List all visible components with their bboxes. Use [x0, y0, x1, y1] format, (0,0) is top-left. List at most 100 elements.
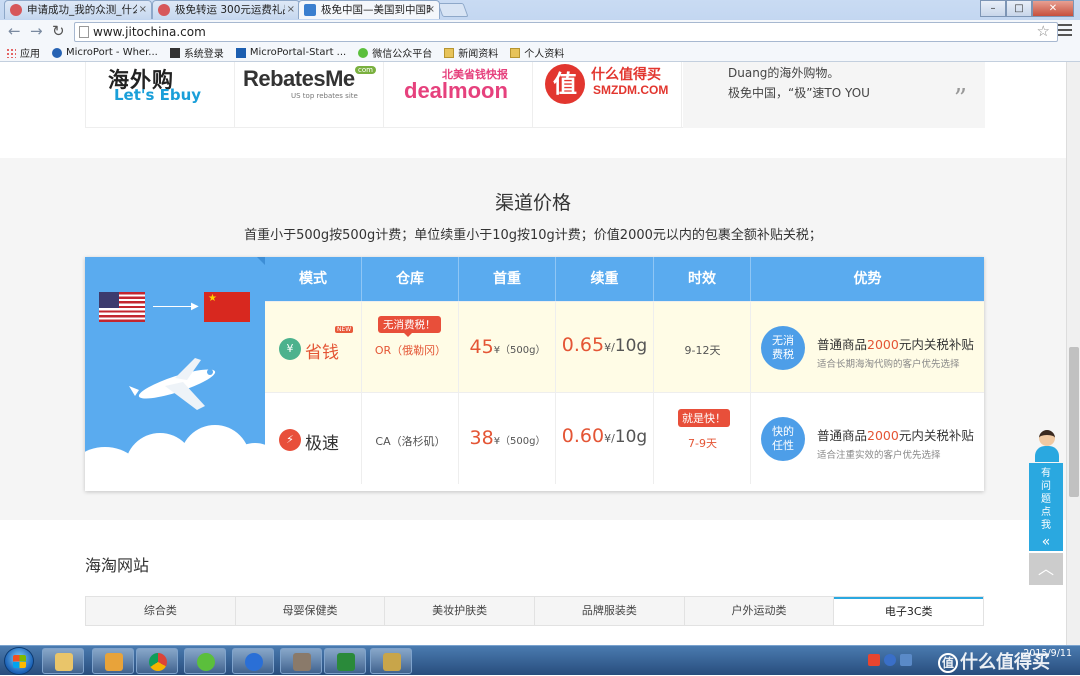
advantage-suffix: 元内关税补贴	[898, 337, 974, 352]
rebatesme-tagline: US top rebates site	[291, 92, 358, 100]
folder-icon	[510, 47, 521, 58]
tab-fashion[interactable]: 品牌服装类	[535, 597, 685, 625]
tab-close-icon[interactable]: ×	[427, 1, 435, 19]
browser-tab-2[interactable]: 极免转运 300元运费礼品 ×	[152, 0, 300, 19]
pricing-table: 模式 仓库 首重 续重 时效 优势 ¥ 省钱 NEW 无消费税！ OR（俄勒冈）…	[265, 257, 984, 491]
photo-icon	[293, 653, 311, 671]
close-window-button[interactable]: ✕	[1032, 0, 1074, 17]
pricing-header-row: 模式 仓库 首重 续重 时效 优势	[265, 257, 984, 301]
header-first-weight: 首重	[458, 257, 555, 301]
advantage-badge-line-1: 无消	[772, 334, 794, 347]
back-to-top-button[interactable]: ︿	[1029, 553, 1063, 585]
partner-dealmoon[interactable]: 北美省钱快报 dealmoon	[384, 62, 533, 128]
smzdm-logo-en: SMZDM.COM	[593, 83, 669, 97]
shopping-sites-title: 海淘网站	[85, 556, 150, 575]
tray-clock[interactable]: 2015/9/11	[1023, 648, 1072, 660]
chrome-icon	[149, 653, 167, 671]
menu-icon[interactable]	[1058, 24, 1072, 38]
excel-icon	[337, 653, 355, 671]
new-tab-button[interactable]	[437, 3, 469, 17]
paint-icon	[383, 653, 401, 671]
tab-favicon-icon	[10, 4, 22, 16]
tab-close-icon[interactable]: ×	[287, 1, 295, 19]
browser-tab-3-active[interactable]: 极免中国—美国到中国时 ×	[298, 0, 440, 19]
taskbar-wechat[interactable]	[184, 648, 226, 674]
page-scrollbar[interactable]	[1066, 62, 1080, 645]
help-char: 我	[1041, 520, 1051, 531]
price-card: ▶ ★ 模式 仓库 首重 续重 时效 优势 ¥ 省钱 NEW 无消费税！ OR（…	[85, 257, 984, 491]
advantage-badge-line-2: 费税	[772, 348, 794, 361]
advantage-sub: 适合长期海淘代购的客户优先选择	[817, 359, 960, 370]
pricing-row-express: ⚡ 极速 CA（洛杉矶） 38¥（500g） 0.60¥/10g 就是快！ 7-	[265, 392, 984, 484]
tab-favicon-icon	[304, 4, 316, 16]
ik-icon	[169, 47, 180, 58]
piggy-bank-icon: ¥	[279, 338, 301, 360]
sogou-input-icon[interactable]	[868, 654, 880, 666]
reload-icon[interactable]: ↻	[52, 23, 65, 39]
bookmark-apps[interactable]: 应用	[6, 45, 40, 60]
rebatesme-com-badge: com	[355, 66, 376, 74]
maximize-button[interactable]: □	[1006, 0, 1032, 17]
tab-favicon-icon	[158, 4, 170, 16]
taskbar-excel[interactable]	[324, 648, 366, 674]
bookmark-wechat[interactable]: 微信公众平台	[358, 45, 432, 60]
bookmark-personal-folder[interactable]: 个人资料	[510, 45, 564, 60]
taskbar-photo-viewer[interactable]	[280, 648, 322, 674]
cloud-base	[85, 467, 265, 491]
partner-smzdm[interactable]: 值 什么值得买 SMZDM.COM	[533, 62, 682, 128]
folder-icon	[444, 47, 455, 58]
cont-price-unit: ¥/	[604, 341, 615, 354]
advantage-amount: 2000	[867, 337, 899, 352]
continued-weight-price: 0.65¥/10g	[556, 334, 653, 356]
tab-close-icon[interactable]: ×	[139, 1, 147, 19]
back-arrow-icon[interactable]: ←	[8, 23, 21, 39]
bookmark-login[interactable]: 系统登录	[169, 45, 224, 60]
pricing-row-economy: ¥ 省钱 NEW 无消费税！ OR（俄勒冈） 45¥（500g） 0.65¥/1…	[265, 301, 984, 393]
smzdm-zhi-icon: 值	[545, 64, 585, 104]
help-char: 题	[1041, 494, 1051, 505]
partner-rebatesme[interactable]: RebatesMe com US top rebates site	[235, 62, 384, 128]
header-duration: 时效	[653, 257, 750, 301]
taskbar-chrome[interactable]	[136, 648, 178, 674]
network-icon[interactable]	[900, 654, 912, 666]
warehouse-text: OR（俄勒冈）	[374, 344, 447, 357]
address-bar[interactable]: www.jitochina.com	[74, 22, 1058, 42]
partner-haiwaigou[interactable]: 海外购 Let's Ebuy	[86, 62, 235, 128]
no-tax-badge: 无消费税！	[378, 316, 441, 337]
tab-general[interactable]: 综合类	[86, 597, 236, 625]
bookmark-label: 新闻资料	[458, 49, 499, 60]
taskbar-explorer[interactable]	[42, 648, 84, 674]
scrollbar-thumb[interactable]	[1069, 347, 1079, 497]
cell-duration: 就是快！ 7-9天	[653, 393, 750, 484]
browser-toolbar: ← → ↻ www.jitochina.com ☆	[0, 20, 1080, 44]
advantage-badge: 快的 任性	[761, 417, 805, 461]
rebatesme-logo: RebatesMe	[243, 66, 355, 91]
taskbar-paint[interactable]	[370, 648, 412, 674]
windows-taskbar: 值什么值得买 2015/9/11	[0, 645, 1080, 675]
tab-maternal-health[interactable]: 母婴保健类	[235, 597, 386, 625]
outlook-icon	[105, 653, 123, 671]
bookmark-star-icon[interactable]: ☆	[1037, 22, 1050, 40]
tab-outdoor[interactable]: 户外运动类	[684, 597, 835, 625]
lightning-icon: ⚡	[279, 429, 301, 451]
browser-tab-1[interactable]: 申请成功_我的众测_什么值 ×	[4, 0, 152, 19]
taskbar-outlook[interactable]	[92, 648, 134, 674]
shopping-sites-tabs: 综合类 母婴保健类 美妆护肤类 品牌服装类 户外运动类 电子3C类	[85, 596, 984, 626]
card-fold	[257, 257, 265, 265]
taskbar-sogou[interactable]	[232, 648, 274, 674]
help-char: 问	[1041, 481, 1051, 492]
tab-electronics[interactable]: 电子3C类	[834, 597, 984, 625]
minimize-button[interactable]: –	[980, 0, 1006, 17]
smzdm-logo-cn: 什么值得买	[591, 67, 661, 83]
bookmark-microport[interactable]: MicroPort - Wher...	[52, 47, 158, 58]
warehouse-text: CA（洛杉矶）	[375, 435, 446, 448]
tab-beauty[interactable]: 美妆护肤类	[385, 597, 536, 625]
start-button[interactable]	[4, 647, 34, 675]
bookmark-microportal[interactable]: MicroPortal-Start ...	[235, 47, 346, 58]
help-button[interactable]: 有 问 题 点 我 «	[1029, 463, 1063, 551]
bookmark-news-folder[interactable]: 新闻资料	[444, 45, 498, 60]
help-tray-icon[interactable]	[884, 654, 896, 666]
forward-arrow-icon[interactable]: →	[30, 23, 43, 39]
advantage-sub: 适合注重实效的客户优先选择	[817, 450, 941, 461]
haiwaigou-logo-sub: Let's Ebuy	[114, 86, 202, 104]
